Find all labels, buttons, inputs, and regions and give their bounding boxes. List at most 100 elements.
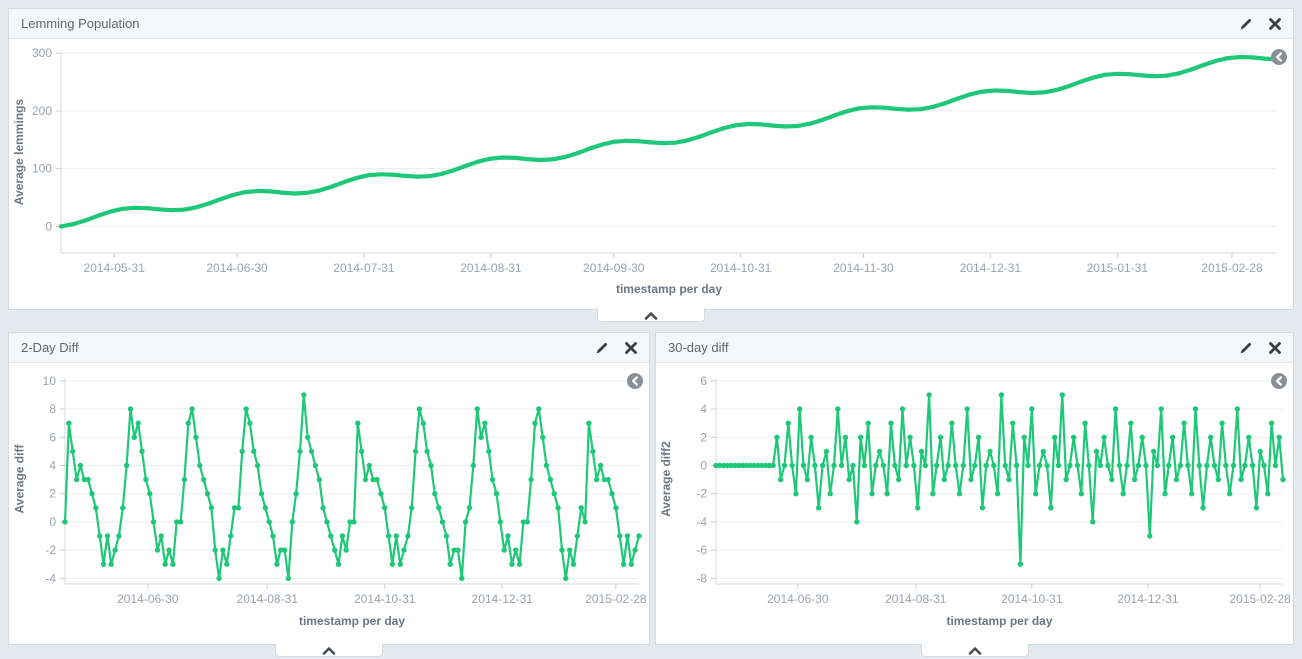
data-point [805,477,810,482]
remove-panel-button[interactable] [1269,342,1281,354]
back-circle-button[interactable] [1270,372,1288,390]
data-point [477,159,481,163]
y-tick-label: 6 [49,430,56,444]
data-point [193,435,198,440]
data-point [186,421,191,426]
data-point [374,477,379,482]
data-point [544,463,549,468]
data-point [797,406,802,411]
x-tick-label: 2014-06-30 [767,592,829,606]
data-point [267,519,272,524]
data-point [550,157,554,161]
data-point [120,207,124,211]
data-point [636,139,640,143]
data-point [885,491,890,496]
data-point [340,533,345,538]
data-point [459,576,464,581]
edit-panel-button[interactable] [1239,341,1253,355]
data-point [1261,463,1266,468]
data-point [968,92,972,96]
back-circle-button[interactable] [1270,48,1288,66]
x-tick-label: 2014-08-31 [460,261,522,275]
x-tick-label: 2014-08-31 [237,592,299,606]
data-point [987,449,992,454]
data-point [1250,463,1255,468]
data-point [722,126,726,130]
data-point [513,156,517,160]
data-point [403,174,407,178]
x-tick-label: 2014-10-31 [354,592,416,606]
data-point [143,477,148,482]
data-point [953,463,958,468]
data-point [71,222,75,226]
data-point [833,113,837,117]
data-point [870,105,874,109]
data-point [968,477,973,482]
remove-panel-button[interactable] [1269,18,1281,30]
data-point [97,533,102,538]
data-point [1152,74,1156,78]
data-point [1037,463,1042,468]
data-point [649,140,653,144]
collapse-panel-button[interactable] [275,643,383,657]
data-point [906,108,910,112]
data-point [391,173,395,177]
data-point [904,463,909,468]
data-point [354,176,358,180]
collapse-panel-button[interactable] [921,643,1029,657]
data-point [478,435,483,440]
data-point [526,157,530,161]
data-point [540,435,545,440]
data-point [1071,435,1076,440]
x-tick-label: 2015-02-28 [1201,261,1263,275]
data-point [1185,463,1190,468]
y-tick-label: -4 [45,571,56,585]
data-point [1166,463,1171,468]
chart-canvas-2-day-diff[interactable]: -4-202468102014-06-302014-08-312014-10-3… [9,364,649,645]
back-circle-button[interactable] [626,372,644,390]
y-tick-label: 4 [49,458,56,472]
data-point [297,449,302,454]
data-point [390,562,395,567]
data-point [896,477,901,482]
data-point [625,533,630,538]
data-point [862,463,867,468]
data-point [309,449,314,454]
data-point [1159,406,1164,411]
data-point [74,477,79,482]
data-point [796,124,800,128]
data-point [1048,505,1053,510]
panel-title: 2-Day Diff [21,340,579,355]
chart-canvas-lemming-population[interactable]: 01002003002014-05-312014-06-302014-07-31… [9,40,1293,310]
collapse-panel-button[interactable] [597,308,705,322]
data-point [409,505,414,510]
data-point [919,449,924,454]
x-tick-label: 2014-07-31 [333,261,395,275]
edit-panel-button[interactable] [595,341,609,355]
data-point [1280,477,1285,482]
data-point [612,140,616,144]
data-point [685,138,689,142]
y-tick-label: 300 [32,46,52,60]
data-point [424,449,429,454]
data-point [1128,421,1133,426]
chart-canvas-30-day-diff[interactable]: -8-6-4-202462014-06-302014-08-312014-10-… [656,364,1293,645]
back-circle-icon [1270,372,1288,390]
data-point [1105,463,1110,468]
data-point [1170,435,1175,440]
data-point [1132,477,1137,482]
data-point [1117,463,1122,468]
data-point [847,477,852,482]
data-point [632,547,637,552]
data-point [1052,435,1057,440]
remove-panel-button[interactable] [625,342,637,354]
data-point [590,449,595,454]
data-point [858,435,863,440]
data-point [854,519,859,524]
chart-area: -4-202468102014-06-302014-08-312014-10-3… [9,364,649,644]
data-point [105,533,110,538]
data-point [1140,73,1144,77]
edit-panel-button[interactable] [1239,17,1253,31]
data-point [1177,71,1181,75]
data-point [882,106,886,110]
